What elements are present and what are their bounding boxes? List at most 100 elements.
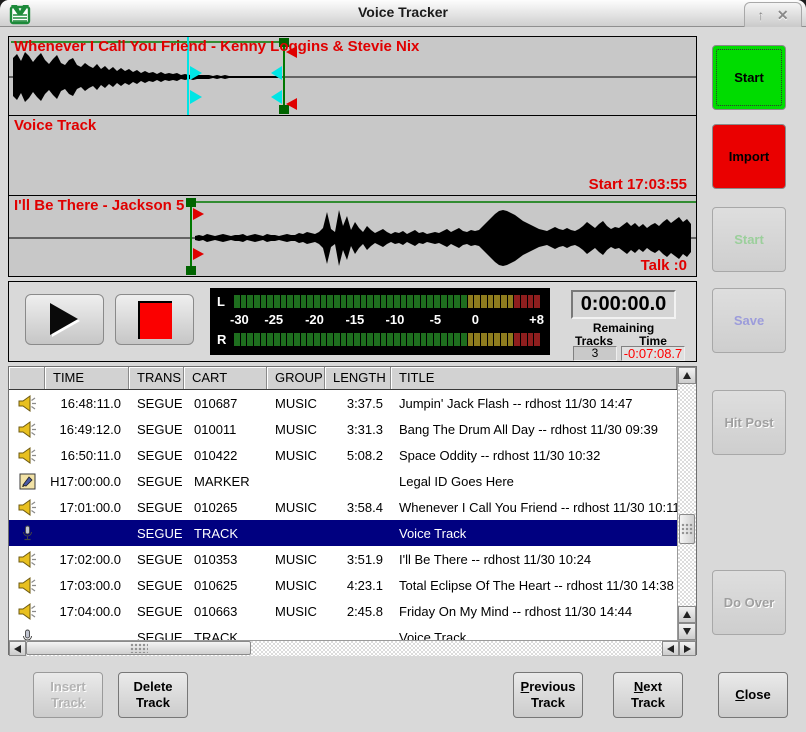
voice-tracker-window: Voice Tracker ↑ ✕ Whenever I Call You Fr… bbox=[0, 0, 806, 732]
speaker-icon bbox=[9, 499, 45, 516]
cell-cart: 010011 bbox=[184, 422, 267, 437]
cell-length: 2:45.8 bbox=[325, 604, 391, 619]
start-play-button[interactable]: Start bbox=[712, 207, 786, 272]
track3-talk-time: Talk :0 bbox=[641, 257, 687, 274]
do-over-button[interactable]: Do Over bbox=[712, 570, 786, 635]
cell-trans: SEGUE bbox=[129, 630, 184, 641]
cell-group: MUSIC bbox=[267, 604, 325, 619]
play-icon bbox=[44, 300, 86, 340]
log-table: TIME TRANS CART GROUP LENGTH TITLE 16:48… bbox=[8, 366, 697, 655]
waveform-pane-track3[interactable]: I'll Be There - Jackson 5 Talk :0 bbox=[8, 195, 697, 277]
cell-length: 3:37.5 bbox=[325, 396, 391, 411]
close-window-button[interactable]: ✕ bbox=[777, 7, 789, 24]
scroll-right-button[interactable] bbox=[679, 641, 696, 656]
vertical-scroll-thumb[interactable] bbox=[679, 514, 695, 544]
scroll-up-button[interactable] bbox=[678, 367, 696, 384]
hit-post-button[interactable]: Hit Post bbox=[712, 390, 786, 455]
shade-button[interactable]: ↑ bbox=[757, 7, 764, 23]
cell-cart: 010422 bbox=[184, 448, 267, 463]
log-row[interactable]: SEGUETRACK Voice Track bbox=[9, 624, 677, 640]
log-row[interactable]: 16:50:11.0SEGUE010422MUSIC5:08.2Space Od… bbox=[9, 442, 677, 468]
cell-trans: SEGUE bbox=[129, 396, 184, 411]
cell-time: 17:02:00.0 bbox=[45, 552, 129, 567]
play-button[interactable] bbox=[25, 294, 104, 345]
previous-track-button[interactable]: PreviousTrack bbox=[513, 672, 583, 718]
log-row[interactable]: 16:49:12.0SEGUE010011MUSIC3:31.3Bang The… bbox=[9, 416, 677, 442]
meter-scale: -30 -25 -20 -15 -10 -5 0 +8 bbox=[234, 312, 540, 329]
log-row[interactable]: 17:01:00.0SEGUE010265MUSIC3:58.4Whenever… bbox=[9, 494, 677, 520]
cell-title: Whenever I Call You Friend -- rdhost 11/… bbox=[391, 500, 677, 515]
speaker-icon bbox=[9, 421, 45, 438]
log-row[interactable]: 17:02:00.0SEGUE010353MUSIC3:51.9I'll Be … bbox=[9, 546, 677, 572]
cell-title: Bang The Drum All Day -- rdhost 11/30 09… bbox=[391, 422, 677, 437]
log-row[interactable]: SEGUETRACKVoice Track bbox=[9, 520, 677, 546]
waveform-pane-track1[interactable]: Whenever I Call You Friend - Kenny Loggi… bbox=[8, 36, 697, 116]
meter-right-segments bbox=[234, 333, 540, 346]
horizontal-scroll-track[interactable] bbox=[26, 641, 662, 656]
scale-tick: 0 bbox=[472, 312, 479, 327]
cell-cart: MARKER bbox=[184, 474, 267, 489]
scale-tick: -20 bbox=[305, 312, 324, 327]
log-row[interactable]: 16:48:11.0SEGUE010687MUSIC3:37.5Jumpin' … bbox=[9, 390, 677, 416]
remaining-tracks-value: 3 bbox=[573, 346, 617, 361]
cell-title: Legal ID Goes Here bbox=[391, 474, 677, 489]
cell-title: Space Oddity -- rdhost 11/30 10:32 bbox=[391, 448, 677, 463]
cell-cart: 010625 bbox=[184, 578, 267, 593]
scroll-down-button[interactable] bbox=[678, 623, 696, 640]
meter-left-label: L bbox=[217, 294, 225, 309]
cell-time: 17:04:00.0 bbox=[45, 604, 129, 619]
cell-cart: 010663 bbox=[184, 604, 267, 619]
log-row[interactable]: H17:00:00.0SEGUEMARKERLegal ID Goes Here bbox=[9, 468, 677, 494]
cell-length: 3:31.3 bbox=[325, 422, 391, 437]
column-header-title: TITLE bbox=[391, 367, 677, 389]
next-track-button[interactable]: NextTrack bbox=[613, 672, 683, 718]
cell-group: MUSIC bbox=[267, 578, 325, 593]
cell-cart: 010265 bbox=[184, 500, 267, 515]
stop-button[interactable] bbox=[115, 294, 194, 345]
cell-length: 3:58.4 bbox=[325, 500, 391, 515]
cell-trans: SEGUE bbox=[129, 500, 184, 515]
elapsed-time-display: 0:00:00.0 bbox=[571, 290, 676, 319]
cell-trans: SEGUE bbox=[129, 422, 184, 437]
voicetrack-title: Voice Track bbox=[14, 117, 96, 134]
title-bar[interactable]: Voice Tracker ↑ ✕ bbox=[0, 0, 806, 27]
horizontal-scrollbar[interactable] bbox=[9, 640, 696, 656]
cell-cart: TRACK bbox=[184, 630, 267, 641]
waveform-pane-voicetrack[interactable]: Voice Track Start 17:03:55 bbox=[8, 115, 697, 196]
start-record-button[interactable]: Start bbox=[712, 45, 786, 110]
scale-tick: -15 bbox=[345, 312, 364, 327]
cell-time: 17:03:00.0 bbox=[45, 578, 129, 593]
mic-icon bbox=[9, 525, 45, 542]
track1-title: Whenever I Call You Friend - Kenny Loggi… bbox=[14, 38, 419, 55]
close-button[interactable]: Close bbox=[718, 672, 788, 718]
delete-track-button[interactable]: DeleteTrack bbox=[118, 672, 188, 718]
cell-time: 16:49:12.0 bbox=[45, 422, 129, 437]
column-header-trans: TRANS bbox=[129, 367, 184, 389]
mic-icon bbox=[9, 629, 45, 641]
save-button[interactable]: Save bbox=[712, 288, 786, 353]
cell-cart: TRACK bbox=[184, 526, 267, 541]
scale-tick: -10 bbox=[386, 312, 405, 327]
log-row[interactable]: 17:03:00.0SEGUE010625MUSIC4:23.1Total Ec… bbox=[9, 572, 677, 598]
scroll-left-button-2[interactable] bbox=[662, 641, 679, 656]
log-row[interactable]: 17:04:00.0SEGUE010663MUSIC2:45.8Friday O… bbox=[9, 598, 677, 624]
import-button[interactable]: Import bbox=[712, 124, 786, 189]
remaining-label: Remaining bbox=[571, 321, 676, 335]
column-header-group: GROUP bbox=[267, 367, 325, 389]
horizontal-scroll-thumb[interactable] bbox=[26, 641, 251, 655]
vertical-scroll-track[interactable] bbox=[678, 384, 696, 606]
window-title: Voice Tracker bbox=[0, 4, 806, 20]
vertical-scrollbar[interactable] bbox=[677, 367, 696, 640]
cell-cart: 010353 bbox=[184, 552, 267, 567]
cell-trans: SEGUE bbox=[129, 448, 184, 463]
insert-track-button[interactable]: InsertTrack bbox=[33, 672, 103, 718]
speaker-icon bbox=[9, 395, 45, 412]
scale-tick: -5 bbox=[430, 312, 442, 327]
scroll-up-button-2[interactable] bbox=[678, 606, 696, 623]
cell-cart: 010687 bbox=[184, 396, 267, 411]
log-body: 16:48:11.0SEGUE010687MUSIC3:37.5Jumpin' … bbox=[9, 390, 677, 640]
column-header-length: LENGTH bbox=[325, 367, 391, 389]
cell-group: MUSIC bbox=[267, 396, 325, 411]
scroll-left-button[interactable] bbox=[9, 641, 26, 656]
cell-title: Voice Track bbox=[391, 630, 677, 641]
